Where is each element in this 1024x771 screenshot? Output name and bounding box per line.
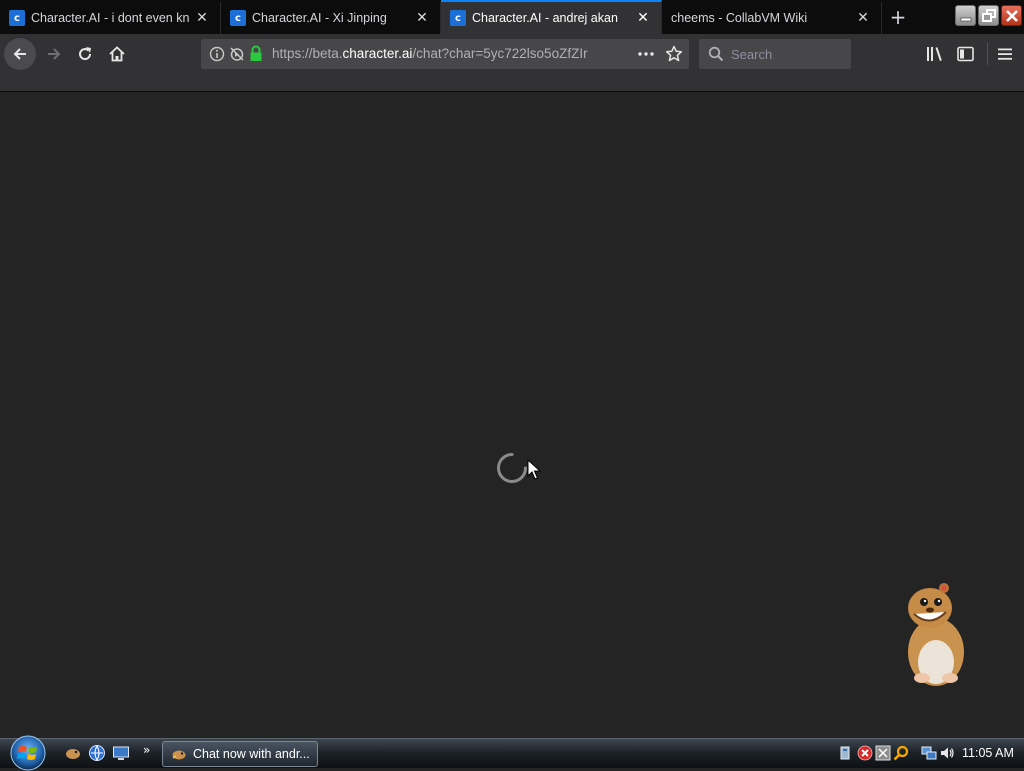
mouse-cursor-icon	[527, 459, 541, 480]
tray-volume-icon[interactable]	[939, 745, 955, 761]
tray-search-magnifier-icon[interactable]	[893, 745, 909, 761]
tab-title: Character.AI - andrej akan	[472, 11, 618, 25]
tab-strip: c Character.AI - i dont even kno ✕ c Cha…	[0, 0, 1024, 34]
restore-icon	[982, 9, 996, 22]
quicklaunch-overflow-chevron-icon[interactable]: »	[143, 743, 150, 757]
new-tab-plus-icon[interactable]: +	[884, 4, 912, 30]
quicklaunch-browser-icon[interactable]	[88, 744, 106, 762]
tab-title: Character.AI - i dont even kno	[31, 11, 190, 25]
sidebar-icon[interactable]	[957, 46, 975, 62]
loading-spinner-icon	[497, 453, 527, 483]
url-path: /chat?char=5yc722lso5oZfZIr	[412, 46, 588, 61]
search-icon	[708, 46, 724, 62]
forward-button[interactable]	[39, 39, 69, 69]
quicklaunch-show-desktop-icon[interactable]	[112, 744, 130, 762]
character-ai-favicon-icon: c	[230, 10, 246, 26]
home-icon	[109, 46, 125, 62]
start-orb-windows-icon[interactable]	[8, 735, 48, 771]
tab-close-icon[interactable]: ✕	[635, 10, 651, 26]
reload-button[interactable]	[70, 39, 100, 69]
tab-collabvm-wiki[interactable]: cheems - CollabVM Wiki ✕	[662, 2, 882, 34]
page-actions-menu-icon[interactable]	[637, 46, 655, 62]
back-arrow-icon	[13, 48, 26, 60]
tab-character-ai-1[interactable]: c Character.AI - i dont even kno ✕	[0, 2, 221, 34]
tray-app-icon[interactable]	[875, 745, 891, 761]
tray-security-alert-icon[interactable]	[857, 745, 873, 761]
quicklaunch-hamster-icon[interactable]	[64, 744, 82, 762]
tab-close-icon[interactable]: ✕	[855, 10, 871, 26]
tab-character-ai-2[interactable]: c Character.AI - Xi Jinping ✕	[221, 2, 441, 34]
tray-device-icon[interactable]	[838, 745, 854, 761]
reload-icon	[79, 47, 92, 61]
tab-close-icon[interactable]: ✕	[414, 10, 430, 26]
url-text[interactable]: https://beta.character.ai/chat?char=5yc7…	[272, 46, 602, 61]
navigation-toolbar: https://beta.character.ai/chat?char=5yc7…	[0, 34, 1024, 92]
tab-character-ai-active[interactable]: c Character.AI - andrej akan ✕	[441, 0, 662, 34]
url-prefix: https://beta.	[272, 46, 343, 61]
toolbar-divider	[987, 43, 988, 65]
taskbar-button-title: Chat now with andr...	[193, 747, 310, 761]
page-content	[0, 93, 1024, 738]
character-ai-favicon-icon: c	[450, 10, 466, 26]
secure-lock-icon[interactable]	[249, 45, 263, 62]
minimize-icon	[960, 17, 972, 22]
taskbar: » Chat now with andr... 11:05 AM	[0, 735, 1024, 771]
hamster-mascot-icon	[908, 583, 964, 686]
autoplay-blocked-icon[interactable]	[229, 46, 245, 62]
tray-network-icon[interactable]	[921, 745, 937, 761]
hamster-app-icon	[172, 750, 186, 760]
info-icon[interactable]	[209, 46, 225, 62]
tab-close-icon[interactable]: ✕	[194, 10, 210, 26]
hamburger-menu-icon[interactable]	[997, 46, 1013, 62]
close-icon	[1006, 10, 1018, 22]
back-button[interactable]	[4, 38, 36, 70]
restore-window-button[interactable]	[978, 5, 999, 26]
tab-title: cheems - CollabVM Wiki	[671, 11, 808, 25]
taskbar-button-browser[interactable]: Chat now with andr...	[162, 741, 318, 767]
url-domain: character.ai	[342, 46, 413, 61]
bookmark-star-icon[interactable]	[665, 45, 683, 63]
character-ai-favicon-icon: c	[9, 10, 25, 26]
address-bar[interactable]: https://beta.character.ai/chat?char=5yc7…	[201, 39, 689, 69]
minimize-window-button[interactable]	[955, 5, 976, 26]
system-clock[interactable]: 11:05 AM	[962, 746, 1014, 760]
search-bar[interactable]: Search	[699, 39, 851, 69]
tab-title: Character.AI - Xi Jinping	[252, 11, 387, 25]
library-icon[interactable]	[926, 46, 944, 62]
forward-arrow-icon	[48, 48, 61, 60]
home-button[interactable]	[102, 39, 132, 69]
close-window-button[interactable]	[1001, 5, 1022, 26]
search-input[interactable]: Search	[731, 47, 772, 62]
